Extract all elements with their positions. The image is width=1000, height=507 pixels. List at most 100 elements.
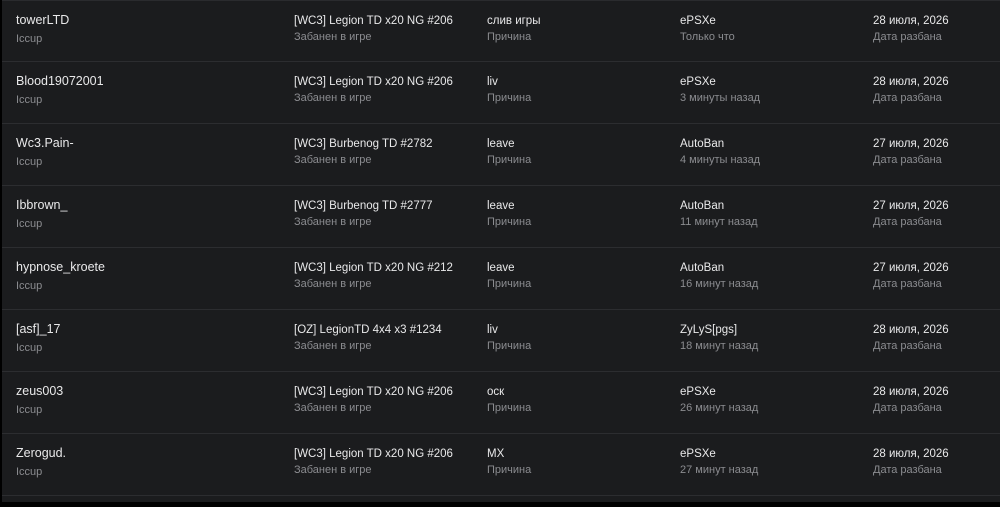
admin-name: ePSXe: [680, 448, 716, 460]
date-cell: 27 июля, 2026 Дата разбана: [873, 248, 949, 290]
table-row[interactable]: towerLTD Iccup [WC3] Legion TD x20 NG #2…: [2, 1, 1000, 62]
table-row[interactable]: [asf]_17 Iccup [OZ] LegionTD 4x4 x3 #123…: [2, 310, 1000, 372]
player-cell: Blood19072001 Iccup: [16, 62, 104, 106]
admin-name: ZyLyS[pgs]: [680, 324, 738, 336]
server-name: Iccup: [16, 218, 43, 230]
time-ago: 11 минут назад: [680, 216, 758, 228]
game-status: Забанен в игре: [294, 92, 372, 104]
time-ago: 3 минуты назад: [680, 92, 761, 104]
player-name[interactable]: zeus003: [16, 384, 63, 398]
time-ago: 16 минут назад: [680, 278, 759, 290]
time-ago: Только что: [680, 31, 735, 43]
game-name: [OZ] LegionTD 4x4 x3 #1234: [294, 324, 442, 336]
reason-cell: leave Причина: [487, 124, 531, 166]
player-name[interactable]: Blood19072001: [16, 74, 104, 88]
server-name: Iccup: [16, 94, 43, 106]
date-cell: 28 июля, 2026 Дата разбана: [873, 1, 949, 43]
unban-date-label: Дата разбана: [873, 278, 942, 290]
date-cell: 28 июля, 2026 Дата разбана: [873, 62, 949, 104]
game-name: [WC3] Legion TD x20 NG #206: [294, 15, 453, 27]
ban-reason: leave: [487, 200, 515, 212]
player-name[interactable]: [asf]_17: [16, 322, 60, 336]
ban-reason: liv: [487, 324, 498, 336]
reason-label: Причина: [487, 278, 532, 290]
admin-name: AutoBan: [680, 262, 725, 274]
player-cell: zeus003 Iccup: [16, 372, 63, 416]
server-name: Iccup: [16, 342, 43, 354]
time-ago: 27 минут назад: [680, 464, 759, 476]
player-name[interactable]: Ibbrown_: [16, 198, 67, 212]
game-cell: [WC3] Burbenog TD #2777 Забанен в игре: [294, 186, 433, 228]
admin-cell: ZyLyS[pgs] 18 минут назад: [680, 310, 758, 352]
unban-date: 28 июля, 2026: [873, 15, 949, 27]
time-ago: 18 минут назад: [680, 340, 759, 352]
admin-name: AutoBan: [680, 138, 725, 150]
admin-cell: AutoBan 11 минут назад: [680, 186, 758, 228]
unban-date: 28 июля, 2026: [873, 448, 949, 460]
game-name: [WC3] Burbenog TD #2782: [294, 138, 433, 150]
game-cell: [WC3] Legion TD x20 NG #206 Забанен в иг…: [294, 62, 453, 104]
admin-cell: AutoBan 4 минуты назад: [680, 124, 760, 166]
player-name[interactable]: towerLTD: [16, 13, 69, 27]
ban-reason: leave: [487, 262, 515, 274]
player-name[interactable]: Wc3.Pain-: [16, 136, 74, 150]
reason-label: Причина: [487, 31, 532, 43]
game-status: Забанен в игре: [294, 278, 372, 290]
player-name[interactable]: hypnose_kroete: [16, 260, 105, 274]
date-cell: 27 июля, 2026 Дата разбана: [873, 124, 949, 166]
reason-cell: liv Причина: [487, 62, 531, 104]
unban-date-label: Дата разбана: [873, 464, 942, 476]
game-cell: [WC3] Legion TD x20 NG #206 Забанен в иг…: [294, 372, 453, 414]
server-name: Iccup: [16, 280, 43, 292]
unban-date: 27 июля, 2026: [873, 262, 949, 274]
game-status: Забанен в игре: [294, 340, 372, 352]
table-row[interactable]: Ibbrown_ Iccup [WC3] Burbenog TD #2777 З…: [2, 186, 1000, 248]
date-cell: 28 июля, 2026 Дата разбана: [873, 310, 949, 352]
unban-date-label: Дата разбана: [873, 154, 942, 166]
server-name: Iccup: [16, 33, 43, 45]
server-name: Iccup: [16, 466, 43, 478]
reason-cell: leave Причина: [487, 248, 531, 290]
game-cell: [WC3] Burbenog TD #2782 Забанен в игре: [294, 124, 433, 166]
ban-list: towerLTD Iccup [WC3] Legion TD x20 NG #2…: [0, 0, 1000, 507]
admin-cell: ePSXe Только что: [680, 1, 735, 43]
server-name: Iccup: [16, 156, 43, 168]
game-name: [WC3] Legion TD x20 NG #212: [294, 262, 453, 274]
reason-label: Причина: [487, 340, 532, 352]
unban-date-label: Дата разбана: [873, 92, 942, 104]
player-cell: Wc3.Pain- Iccup: [16, 124, 74, 168]
reason-cell: leave Причина: [487, 186, 531, 228]
table-row[interactable]: Wc3.Pain- Iccup [WC3] Burbenog TD #2782 …: [2, 124, 1000, 186]
game-cell: [OZ] LegionTD 4x4 x3 #1234 Забанен в игр…: [294, 310, 442, 352]
unban-date-label: Дата разбана: [873, 402, 942, 414]
game-name: [WC3] Burbenog TD #2777: [294, 200, 433, 212]
table-row[interactable]: zeus003 Iccup [WC3] Legion TD x20 NG #20…: [2, 372, 1000, 434]
table-row[interactable]: hypnose_kroete Iccup [WC3] Legion TD x20…: [2, 248, 1000, 310]
unban-date: 28 июля, 2026: [873, 324, 949, 336]
ban-reason: слив игры: [487, 15, 541, 27]
reason-label: Причина: [487, 402, 532, 414]
reason-label: Причина: [487, 216, 532, 228]
player-cell: [asf]_17 Iccup: [16, 310, 60, 354]
game-status: Забанен в игре: [294, 402, 372, 414]
server-name: Iccup: [16, 404, 43, 416]
game-cell: [WC3] Legion TD x20 NG #206 Забанен в иг…: [294, 1, 453, 43]
unban-date: 27 июля, 2026: [873, 138, 949, 150]
unban-date: 28 июля, 2026: [873, 386, 949, 398]
ban-reason: MX: [487, 448, 505, 460]
admin-cell: ePSXe 27 минут назад: [680, 434, 758, 476]
player-cell: hypnose_kroete Iccup: [16, 248, 105, 292]
reason-cell: слив игры Причина: [487, 1, 540, 43]
unban-date: 27 июля, 2026: [873, 200, 949, 212]
player-name[interactable]: Zerogud.: [16, 446, 66, 460]
ban-reason: оск: [487, 386, 505, 398]
game-name: [WC3] Legion TD x20 NG #206: [294, 76, 453, 88]
page-bottom-edge: [0, 502, 1000, 507]
admin-name: ePSXe: [680, 386, 716, 398]
game-cell: [WC3] Legion TD x20 NG #212 Забанен в иг…: [294, 248, 453, 290]
admin-cell: ePSXe 26 минут назад: [680, 372, 758, 414]
table-row[interactable]: Zerogud. Iccup [WC3] Legion TD x20 NG #2…: [2, 434, 1000, 496]
table-row[interactable]: Blood19072001 Iccup [WC3] Legion TD x20 …: [2, 62, 1000, 124]
date-cell: 28 июля, 2026 Дата разбана: [873, 372, 949, 414]
ban-reason: leave: [487, 138, 515, 150]
